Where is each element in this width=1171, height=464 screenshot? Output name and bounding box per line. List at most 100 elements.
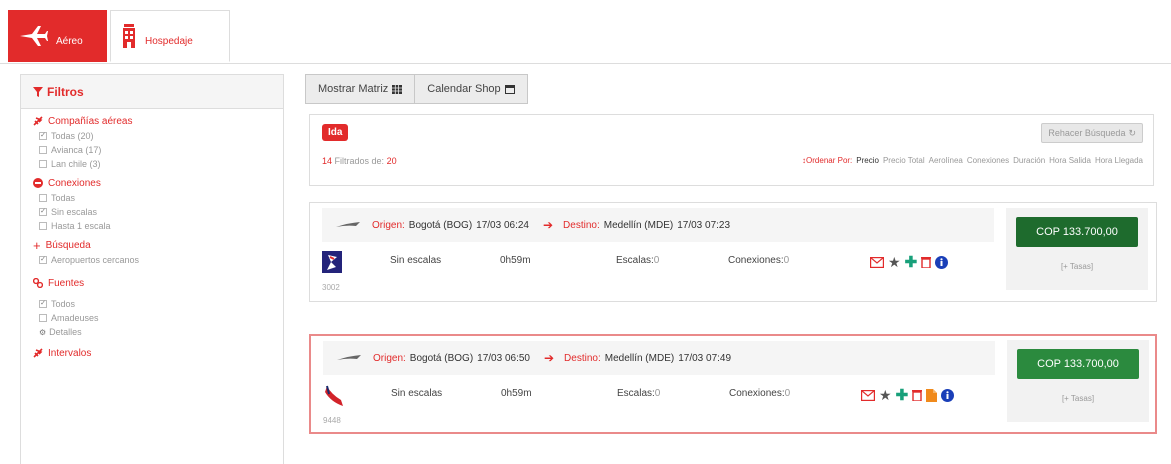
redo-search-button[interactable]: Rehacer Búsqueda ↻	[1041, 123, 1143, 143]
sort-option-total-price[interactable]: Precio Total	[883, 156, 925, 165]
trash-icon[interactable]	[912, 389, 923, 401]
filter-option[interactable]: Amadeuses	[33, 311, 271, 325]
checkbox[interactable]	[39, 222, 47, 230]
checkbox-checked[interactable]: ✓	[39, 208, 47, 216]
tab-air-label: Aéreo	[56, 35, 83, 47]
option-label: Todas	[51, 193, 76, 203]
envelope-icon[interactable]	[861, 389, 875, 401]
tab-hotel[interactable]: Hospedaje	[110, 10, 230, 62]
checkbox[interactable]	[39, 194, 47, 202]
option-label: Sin escalas	[51, 207, 98, 217]
origin-value: Bogotá (BOG)	[409, 352, 474, 364]
taxes-link[interactable]: [+ Tasas]	[1007, 394, 1149, 403]
checkbox-checked[interactable]: ✓	[39, 132, 47, 140]
filter-option[interactable]: Todas	[33, 191, 271, 205]
arrival-time: 17/03 07:49	[678, 352, 732, 364]
filtered-total: 20	[386, 156, 397, 166]
taxes-link[interactable]: [+ Tasas]	[1006, 262, 1148, 271]
intervals-filter: Intervalos	[21, 345, 283, 361]
calendar-shop-label: Calendar Shop	[427, 83, 501, 95]
redo-search-label: Rehacer Búsqueda	[1048, 128, 1126, 138]
plus-icon: +	[33, 237, 41, 253]
product-tabs: Aéreo Hospedaje	[0, 0, 1171, 64]
search-summary: Ida 14 Filtrados de: 20 Rehacer Búsqueda…	[309, 114, 1154, 186]
filter-option[interactable]: ✓ Todas (20)	[33, 129, 271, 143]
connections-filter-title[interactable]: Conexiones	[33, 175, 271, 191]
flight-result-card[interactable]: Origen: Bogotá (BOG) 17/03 06:24 ➔ Desti…	[309, 202, 1157, 302]
show-matrix-button[interactable]: Mostrar Matriz	[305, 74, 416, 104]
destination-value: Medellín (MDE)	[604, 352, 675, 364]
destination-label: Destino:	[564, 352, 601, 364]
airplane-icon	[336, 222, 360, 227]
sources-filter-label: Fuentes	[48, 277, 85, 289]
hotel-icon	[123, 24, 135, 48]
filter-option[interactable]: Lan chile (3)	[33, 157, 271, 171]
duration: 0h59m	[500, 255, 531, 266]
airlines-filter: Compañías aéreas ✓ Todas (20) Avianca (17…	[21, 113, 283, 171]
star-icon[interactable]: ★	[888, 254, 901, 271]
price-button[interactable]: COP 133.700,00	[1017, 349, 1139, 379]
direction-badge: Ida	[322, 124, 349, 141]
option-label: Lan chile (3)	[51, 159, 101, 169]
stops-count: Escalas:0	[616, 255, 660, 266]
info-icon[interactable]	[941, 388, 955, 402]
search-filter-title[interactable]: + Búsqueda	[33, 237, 271, 253]
filter-option[interactable]: ✓ Todos	[33, 297, 271, 311]
checkbox-checked[interactable]: ✓	[39, 256, 47, 264]
move-icon[interactable]: ✚	[896, 386, 909, 404]
grid-icon	[392, 84, 403, 94]
price-button[interactable]: COP 133.700,00	[1016, 217, 1138, 247]
checkbox-checked[interactable]: ✓	[39, 300, 47, 308]
departure-time: 17/03 06:24	[476, 219, 529, 231]
checkbox[interactable]	[39, 160, 47, 168]
filter-option[interactable]: ✓ Aeropuertos cercanos	[33, 253, 271, 267]
trash-icon[interactable]	[921, 256, 932, 268]
show-matrix-label: Mostrar Matriz	[318, 83, 389, 95]
connections-count: Conexiones:0	[728, 255, 790, 266]
minus-circle-icon	[33, 178, 43, 188]
origin-label: Origen:	[372, 219, 405, 231]
search-filter: + Búsqueda ✓ Aeropuertos cercanos	[21, 237, 283, 267]
origin-label: Origen:	[373, 352, 406, 364]
airlines-filter-label: Compañías aéreas	[48, 115, 133, 127]
intervals-filter-title[interactable]: Intervalos	[33, 345, 271, 361]
filtered-text: Filtrados de:	[334, 156, 385, 166]
flight-result-card-selected[interactable]: Origen: Bogotá (BOG) 17/03 06:50 ➔ Desti…	[309, 334, 1157, 434]
filter-icon	[33, 86, 43, 97]
filter-option[interactable]: ✓ Sin escalas	[33, 205, 271, 219]
sort-option-connections[interactable]: Conexiones	[967, 156, 1009, 165]
info-icon[interactable]	[935, 255, 949, 269]
plane-icon	[33, 116, 43, 126]
intervals-filter-label: Intervalos	[48, 347, 92, 359]
tab-air[interactable]: Aéreo	[8, 10, 107, 62]
airlines-filter-title[interactable]: Compañías aéreas	[33, 113, 271, 129]
sort-option-departure[interactable]: Hora Salida	[1049, 156, 1091, 165]
sort-option-arrival[interactable]: Hora Llegada	[1095, 156, 1143, 165]
filter-option[interactable]: Hasta 1 escala	[33, 219, 271, 233]
sort-option-airline[interactable]: Aerolínea	[929, 156, 963, 165]
checkbox[interactable]	[39, 314, 47, 322]
move-icon[interactable]: ✚	[905, 253, 918, 271]
sources-filter-title[interactable]: Fuentes	[33, 275, 271, 291]
price-box: COP 133.700,00 [+ Tasas]	[1007, 340, 1149, 422]
option-label: Amadeuses	[51, 313, 99, 323]
sort-option-duration[interactable]: Duración	[1013, 156, 1045, 165]
filters-sidebar: Filtros Compañías aéreas ✓ Todas (20) Avi…	[20, 74, 284, 464]
option-label: Avianca (17)	[51, 145, 102, 155]
star-icon[interactable]: ★	[879, 387, 892, 404]
gears-icon	[33, 278, 43, 288]
plane-icon	[33, 348, 43, 358]
document-icon[interactable]	[926, 388, 938, 402]
calendar-shop-button[interactable]: Calendar Shop	[415, 74, 528, 104]
stop-type: Sin escalas	[391, 388, 443, 399]
details-link[interactable]: ⚙ Detalles	[33, 325, 271, 339]
airplane-icon	[20, 26, 48, 46]
arrow-right-icon: ➔	[543, 351, 555, 365]
search-filter-label: Búsqueda	[45, 239, 91, 251]
envelope-icon[interactable]	[870, 256, 884, 268]
sort-option-price[interactable]: Precio	[856, 156, 879, 165]
origin-value: Bogotá (BOG)	[408, 219, 473, 231]
checkbox[interactable]	[39, 146, 47, 154]
calendar-icon	[504, 85, 515, 94]
filter-option[interactable]: Avianca (17)	[33, 143, 271, 157]
